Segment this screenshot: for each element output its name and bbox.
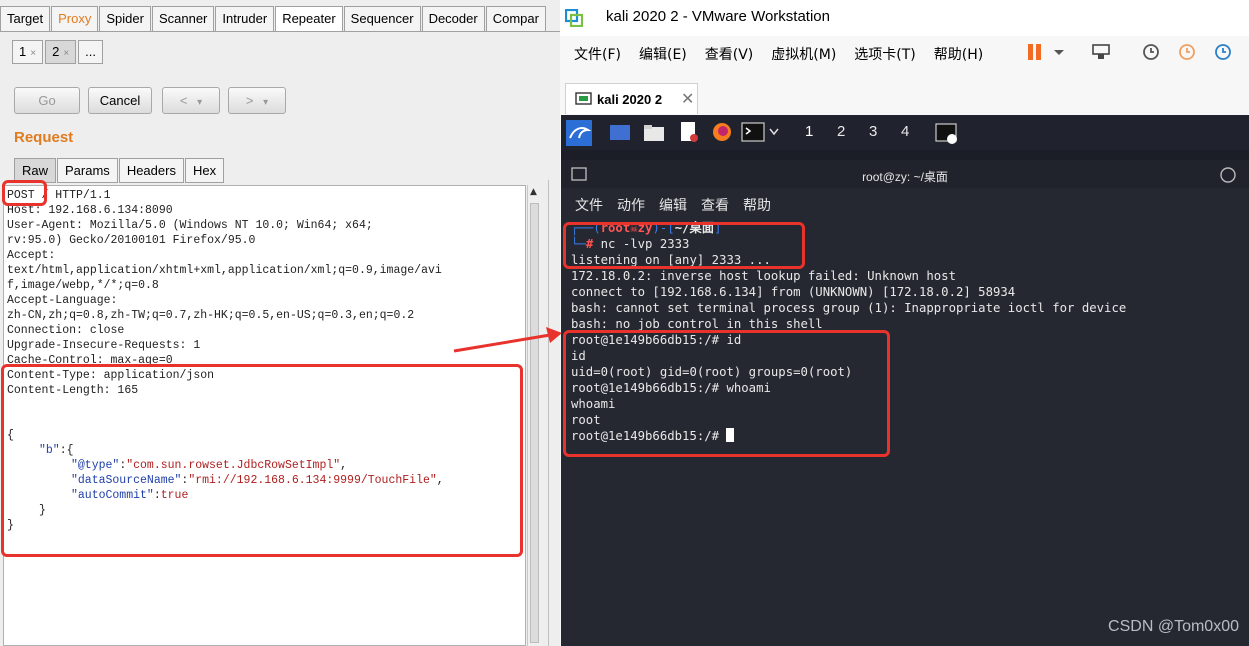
workspace-2[interactable]: 2 bbox=[837, 123, 845, 140]
request-line: Upgrade-Insecure-Requests: 1 bbox=[7, 339, 201, 352]
tab-decoder[interactable]: Decoder bbox=[421, 6, 485, 31]
menu-edit[interactable]: 编辑(E) bbox=[639, 44, 687, 64]
request-title: Request bbox=[14, 129, 74, 146]
repeater-sub-tabs: 1 × 2 × ... bbox=[12, 40, 105, 64]
annotation-arrow-icon bbox=[453, 327, 562, 353]
output-line: 172.18.0.2: inverse host lookup failed: … bbox=[571, 269, 956, 283]
window-title: kali 2020 2 - VMware Workstation bbox=[606, 8, 830, 25]
chevron-down-icon[interactable] bbox=[768, 127, 780, 137]
tab-target[interactable]: Target bbox=[0, 6, 51, 31]
terminal-menu-edit[interactable]: 编辑 bbox=[659, 195, 687, 215]
tab-repeater[interactable]: Repeater bbox=[275, 6, 343, 31]
back-button[interactable]: < ▾ bbox=[162, 87, 220, 114]
scrollbar-thumb[interactable] bbox=[530, 203, 539, 643]
firefox-icon[interactable] bbox=[711, 121, 733, 143]
close-icon[interactable]: × bbox=[63, 48, 69, 59]
snapshot-manager-icon[interactable] bbox=[1212, 41, 1234, 63]
terminal-title-bar: root@zy: ~/桌面 bbox=[561, 160, 1249, 188]
window-control-icon[interactable] bbox=[1219, 166, 1237, 184]
highlight-post-method bbox=[2, 180, 47, 206]
request-line: f,image/webp,*/*;q=0.8 bbox=[7, 279, 159, 292]
repeater-tab-1[interactable]: 1 × bbox=[12, 40, 44, 64]
request-line: Accept: bbox=[7, 249, 56, 262]
kali-top-panel: 1 2 3 4 bbox=[561, 115, 1249, 150]
terminal-menu-help[interactable]: 帮助 bbox=[743, 195, 771, 215]
watermark: CSDN @Tom0x00 bbox=[1108, 618, 1239, 635]
output-line: connect to [192.168.6.134] from (UNKNOWN… bbox=[571, 285, 1016, 299]
chevron-down-icon: ▾ bbox=[263, 97, 269, 108]
menu-file[interactable]: 文件(F) bbox=[574, 44, 621, 64]
tab-divider bbox=[0, 31, 560, 32]
tab-spider[interactable]: Spider bbox=[99, 6, 151, 31]
pane-splitter[interactable] bbox=[548, 180, 551, 646]
chevron-down-icon[interactable] bbox=[1048, 41, 1070, 63]
vm-tab-label: kali 2020 2 bbox=[597, 92, 663, 107]
vmware-menu-bar: 文件(F) 编辑(E) 查看(V) 虚拟机(M) 选项卡(T) 帮助(H) bbox=[574, 44, 983, 64]
burp-main-tabs: Target Proxy Spider Scanner Intruder Rep… bbox=[0, 6, 547, 31]
menu-vm[interactable]: 虚拟机(M) bbox=[771, 44, 836, 64]
tab-sequencer[interactable]: Sequencer bbox=[343, 6, 421, 31]
vmware-logo-icon bbox=[565, 9, 583, 27]
tab-intruder[interactable]: Intruder bbox=[215, 6, 275, 31]
tab-params[interactable]: Params bbox=[57, 158, 118, 183]
folder-icon[interactable] bbox=[643, 123, 665, 143]
back-arrow-icon: < bbox=[179, 93, 188, 108]
scroll-up-icon[interactable]: ▲ bbox=[530, 187, 537, 197]
close-icon[interactable]: ✕ bbox=[681, 89, 694, 108]
request-line: rv:95.0) Gecko/20100101 Firefox/95.0 bbox=[7, 234, 256, 247]
workspace-3[interactable]: 3 bbox=[869, 123, 877, 140]
vmware-window: kali 2020 2 - VMware Workstation 文件(F) 编… bbox=[560, 0, 1249, 646]
close-icon[interactable]: × bbox=[30, 48, 36, 59]
send-keys-icon[interactable] bbox=[1090, 41, 1112, 63]
terminal-menu-view[interactable]: 查看 bbox=[701, 195, 729, 215]
highlight-json-payload bbox=[1, 364, 523, 557]
kali-menu-icon[interactable] bbox=[566, 120, 592, 146]
editor-scrollbar[interactable]: ▲ bbox=[527, 185, 541, 646]
tab-scanner[interactable]: Scanner bbox=[151, 6, 215, 31]
repeater-tab-label: 1 bbox=[19, 44, 27, 59]
workspace-1[interactable]: 1 bbox=[805, 123, 813, 140]
vm-tab-kali[interactable]: kali 2020 2 ✕ bbox=[565, 83, 698, 114]
tab-headers[interactable]: Headers bbox=[118, 158, 184, 183]
terminal-window-icon[interactable] bbox=[935, 123, 959, 145]
forward-arrow-icon: > bbox=[245, 93, 254, 108]
menu-tabs[interactable]: 选项卡(T) bbox=[854, 44, 915, 64]
cancel-button[interactable]: Cancel bbox=[88, 87, 152, 114]
terminal-menu-action[interactable]: 动作 bbox=[617, 195, 645, 215]
desktop-icon[interactable] bbox=[609, 123, 631, 143]
repeater-tab-new[interactable]: ... bbox=[78, 40, 103, 64]
terminal-icon[interactable] bbox=[741, 122, 765, 142]
repeater-tab-label: 2 bbox=[52, 44, 60, 59]
tab-proxy[interactable]: Proxy bbox=[51, 6, 99, 31]
output-line: bash: cannot set terminal process group … bbox=[571, 301, 1127, 315]
go-button[interactable]: Go bbox=[14, 87, 80, 114]
highlight-nc-command bbox=[563, 222, 805, 269]
revert-snapshot-icon[interactable] bbox=[1176, 41, 1198, 63]
request-view-tabs: Raw Params Headers Hex bbox=[14, 158, 225, 183]
request-line: text/html,application/xhtml+xml,applicat… bbox=[7, 264, 442, 277]
workspace-4[interactable]: 4 bbox=[901, 123, 909, 140]
chevron-down-icon: ▾ bbox=[197, 97, 203, 108]
menu-help[interactable]: 帮助(H) bbox=[934, 44, 983, 64]
request-line: Connection: close bbox=[7, 324, 125, 337]
tab-comparer[interactable]: Compar bbox=[485, 6, 546, 31]
request-line: User-Agent: Mozilla/5.0 (Windows NT 10.0… bbox=[7, 219, 373, 232]
vmware-title-bar: kali 2020 2 - VMware Workstation bbox=[560, 0, 1249, 36]
snapshot-icon[interactable] bbox=[1140, 41, 1162, 63]
tab-hex[interactable]: Hex bbox=[184, 158, 225, 183]
request-line: zh-CN,zh;q=0.8,zh-TW;q=0.7,zh-HK;q=0.5,e… bbox=[7, 309, 415, 322]
repeater-tab-2[interactable]: 2 × bbox=[45, 40, 77, 64]
menu-view[interactable]: 查看(V) bbox=[705, 44, 754, 64]
request-line: Accept-Language: bbox=[7, 294, 118, 307]
terminal-menu-file[interactable]: 文件 bbox=[575, 195, 603, 215]
text-editor-icon[interactable] bbox=[679, 121, 699, 143]
forward-button[interactable]: > ▾ bbox=[228, 87, 286, 114]
terminal-menu-bar: 文件 动作 编辑 查看 帮助 bbox=[575, 195, 771, 215]
terminal-title: root@zy: ~/桌面 bbox=[862, 170, 948, 184]
pause-icon[interactable] bbox=[1024, 41, 1046, 63]
vm-icon bbox=[575, 92, 592, 105]
highlight-shell-output bbox=[563, 330, 890, 457]
